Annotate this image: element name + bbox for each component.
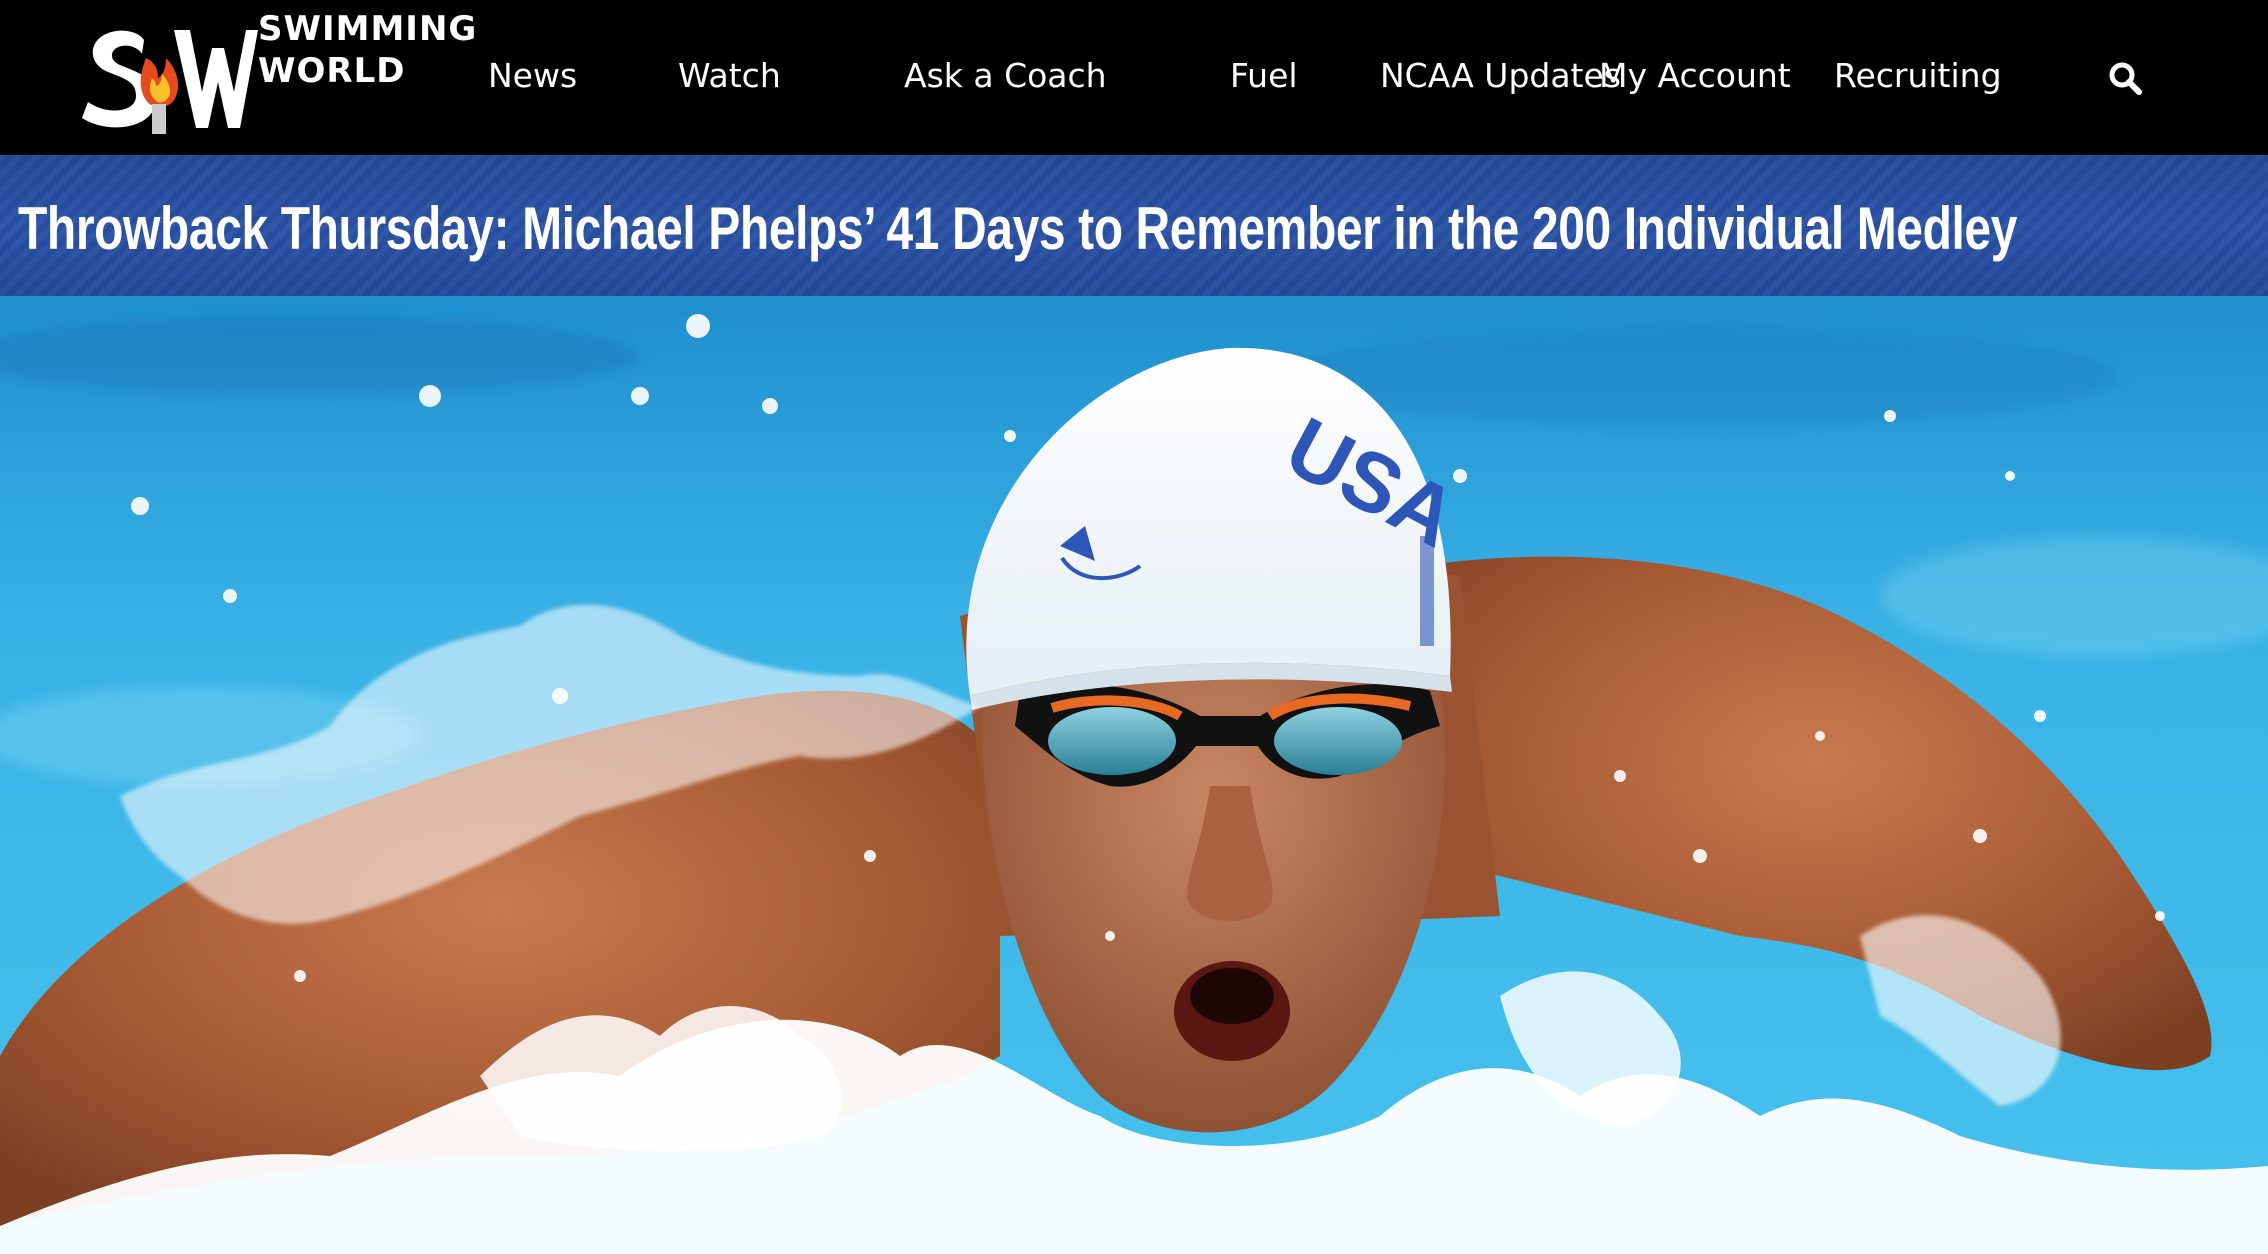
nav-watch[interactable]: Watch — [678, 56, 781, 96]
logo-text-swimming: SWIMMING — [258, 9, 478, 49]
logo-text-world: WORLD — [258, 51, 406, 91]
flame-icon — [140, 58, 179, 134]
swimming-world-logo[interactable]: SWIMMING WORLD — [78, 8, 478, 148]
nav-fuel[interactable]: Fuel — [1230, 56, 1298, 96]
nav-my-account[interactable]: My Account — [1599, 56, 1791, 96]
logo-sw-mark — [82, 30, 258, 134]
article-title: Throwback Thursday: Michael Phelps’ 41 D… — [18, 195, 2018, 262]
headline-banner: Throwback Thursday: Michael Phelps’ 41 D… — [0, 155, 2268, 296]
nav-ncaa-updates[interactable]: NCAA Updates — [1380, 56, 1621, 96]
hero-image: USA — [0, 296, 2268, 1254]
top-navigation: SWIMMING WORLD News Watch Ask a Coach Fu… — [0, 0, 2268, 155]
nav-ask-a-coach[interactable]: Ask a Coach — [904, 56, 1107, 96]
nav-recruiting[interactable]: Recruiting — [1834, 56, 2002, 96]
swimmer-illustration: USA — [0, 296, 2268, 1254]
nav-news[interactable]: News — [488, 56, 577, 96]
search-icon[interactable] — [2108, 61, 2142, 95]
